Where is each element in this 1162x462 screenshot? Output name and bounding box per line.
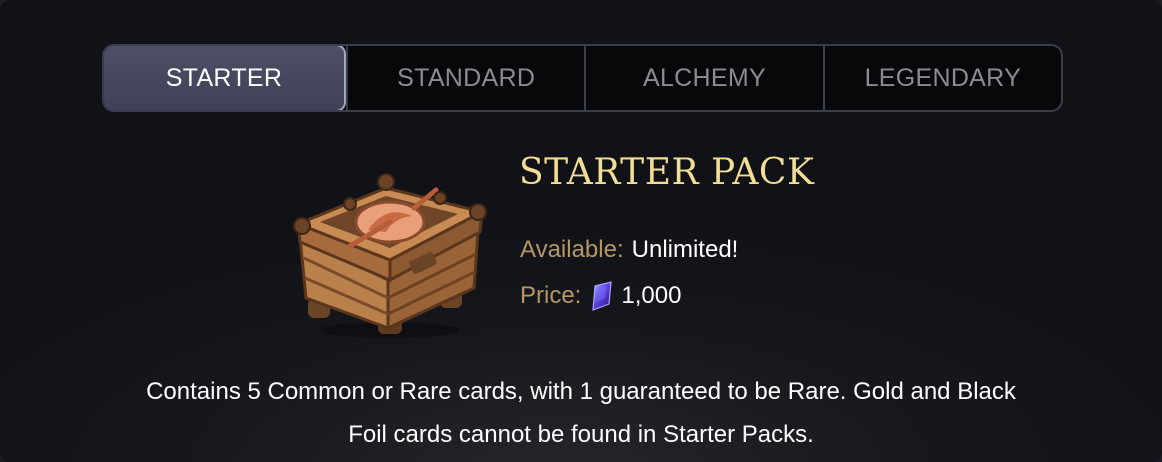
pack-tabs: STARTER STANDARD ALCHEMY LEGENDARY xyxy=(102,44,1063,112)
pack-title: STARTER PACK xyxy=(519,152,815,193)
tab-starter[interactable]: STARTER xyxy=(104,46,346,110)
price-label: Price: xyxy=(520,282,582,309)
tab-standard[interactable]: STANDARD xyxy=(346,46,584,110)
available-value: Unlimited! xyxy=(631,236,739,263)
description-line-2: Foil cards cannot be found in Starter Pa… xyxy=(348,421,814,448)
pack-shop-panel: STARTER STANDARD ALCHEMY LEGENDARY START… xyxy=(0,0,1162,462)
price-row: Price: 1,000 xyxy=(520,280,681,312)
pack-description: Contains 5 Common or Rare cards, with 1 … xyxy=(60,370,1102,456)
starter-chest-image xyxy=(293,173,487,338)
tab-legendary[interactable]: LEGENDARY xyxy=(822,46,1061,110)
tab-alchemy[interactable]: ALCHEMY xyxy=(584,46,822,110)
gem-icon xyxy=(592,281,613,311)
available-label: Available: xyxy=(520,236,624,263)
availability-row: Available: Unlimited! xyxy=(520,236,738,264)
price-value: 1,000 xyxy=(621,282,682,309)
description-line-1: Contains 5 Common or Rare cards, with 1 … xyxy=(146,378,1016,405)
